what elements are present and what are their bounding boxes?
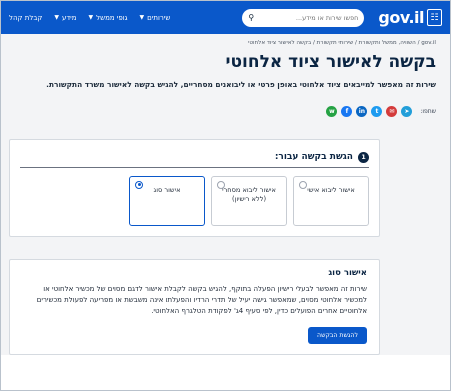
info-text: שירות זה מאפשר לבעלי רישיון הפעלה בתוקף,…: [36, 284, 367, 315]
gov-il-logo[interactable]: ☷ gov.il: [378, 8, 442, 27]
search-box[interactable]: ⚲: [242, 8, 365, 27]
share-label: שתפו:: [420, 107, 436, 115]
chevron-down-icon: ▼: [139, 14, 145, 21]
option-label: אישור ליבוא מסחרי (ללא רישיון): [222, 185, 276, 203]
whatsapp-icon[interactable]: w: [326, 105, 338, 117]
main-nav: שירותים ▼ גופי ממשל ▼ מידע ▼ קבלת קהל: [9, 14, 170, 22]
twitter-icon[interactable]: t: [371, 105, 383, 117]
breadcrumb[interactable]: gov.il / השוויה, ממשל ותקשורת / שירותי ת…: [1, 34, 450, 50]
nav-information[interactable]: מידע ▼: [54, 14, 76, 22]
step-number-badge: 1: [358, 151, 369, 163]
logo-text: gov.il: [378, 8, 424, 27]
nav-government-bodies-label: גופי ממשל: [96, 13, 128, 22]
step-header: 1 הגשת בקשה עבור:: [20, 151, 369, 168]
main-content: gov.il / השוויה, ממשל ותקשורת / שירותי ת…: [1, 34, 450, 355]
facebook-icon[interactable]: f: [341, 105, 353, 117]
option-personal-import[interactable]: אישור ליבוא אישי: [293, 175, 369, 226]
gov-emblem-icon: ☷: [427, 9, 442, 26]
nav-information-label: מידע: [61, 13, 77, 22]
email-icon[interactable]: ✉: [386, 105, 398, 117]
option-type-approval[interactable]: אישור סוג: [129, 175, 205, 226]
submit-row: להגשת הבקשה: [20, 317, 367, 344]
nav-government-bodies[interactable]: גופי ממשל ▼: [89, 14, 128, 22]
share-bar: שתפו: ➤ ✉ t in f w: [1, 90, 450, 117]
chevron-down-icon: ▼: [54, 14, 59, 21]
search-icon[interactable]: ⚲: [248, 13, 254, 22]
request-type-card: 1 הגשת בקשה עבור: אישור ליבוא אישי אישור…: [9, 138, 380, 237]
site-header: ☷ gov.il ⚲ שירותים ▼ גופי ממשל ▼ מידע ▼ …: [1, 1, 450, 34]
radio-button-selected[interactable]: [135, 180, 143, 189]
chevron-down-icon: ▼: [88, 14, 94, 21]
submit-request-button[interactable]: להגשת הבקשה: [308, 326, 367, 344]
nav-reception-label: קבלת קהל: [9, 13, 43, 22]
option-label: אישור ליבוא אישי: [307, 185, 355, 194]
info-title: אישור סוג: [328, 267, 367, 278]
option-label: אישור סוג: [153, 185, 181, 194]
page-frame: ☷ gov.il ⚲ שירותים ▼ גופי ממשל ▼ מידע ▼ …: [0, 0, 451, 391]
nav-services[interactable]: שירותים ▼: [140, 14, 171, 22]
radio-button[interactable]: [217, 180, 225, 189]
telegram-icon[interactable]: ➤: [401, 105, 413, 117]
type-approval-info: אישור סוג שירות זה מאפשר לבעלי רישיון הפ…: [9, 258, 380, 355]
search-input[interactable]: [258, 13, 359, 22]
radio-button[interactable]: [299, 180, 307, 189]
request-options: אישור ליבוא אישי אישור ליבוא מסחרי (ללא …: [20, 168, 369, 226]
linkedin-icon[interactable]: in: [356, 105, 368, 117]
step-title: הגשת בקשה עבור:: [274, 152, 353, 163]
nav-reception[interactable]: קבלת קהל: [9, 14, 42, 22]
option-commercial-import[interactable]: אישור ליבוא מסחרי (ללא רישיון): [211, 175, 287, 226]
page-lead: שירות זה מאפשר למייבאים ציוד אלחוטי באופ…: [46, 80, 436, 89]
page-title: בקשה לאישור ציוד אלחוטי: [225, 52, 437, 72]
nav-services-label: שירותים: [147, 13, 171, 22]
